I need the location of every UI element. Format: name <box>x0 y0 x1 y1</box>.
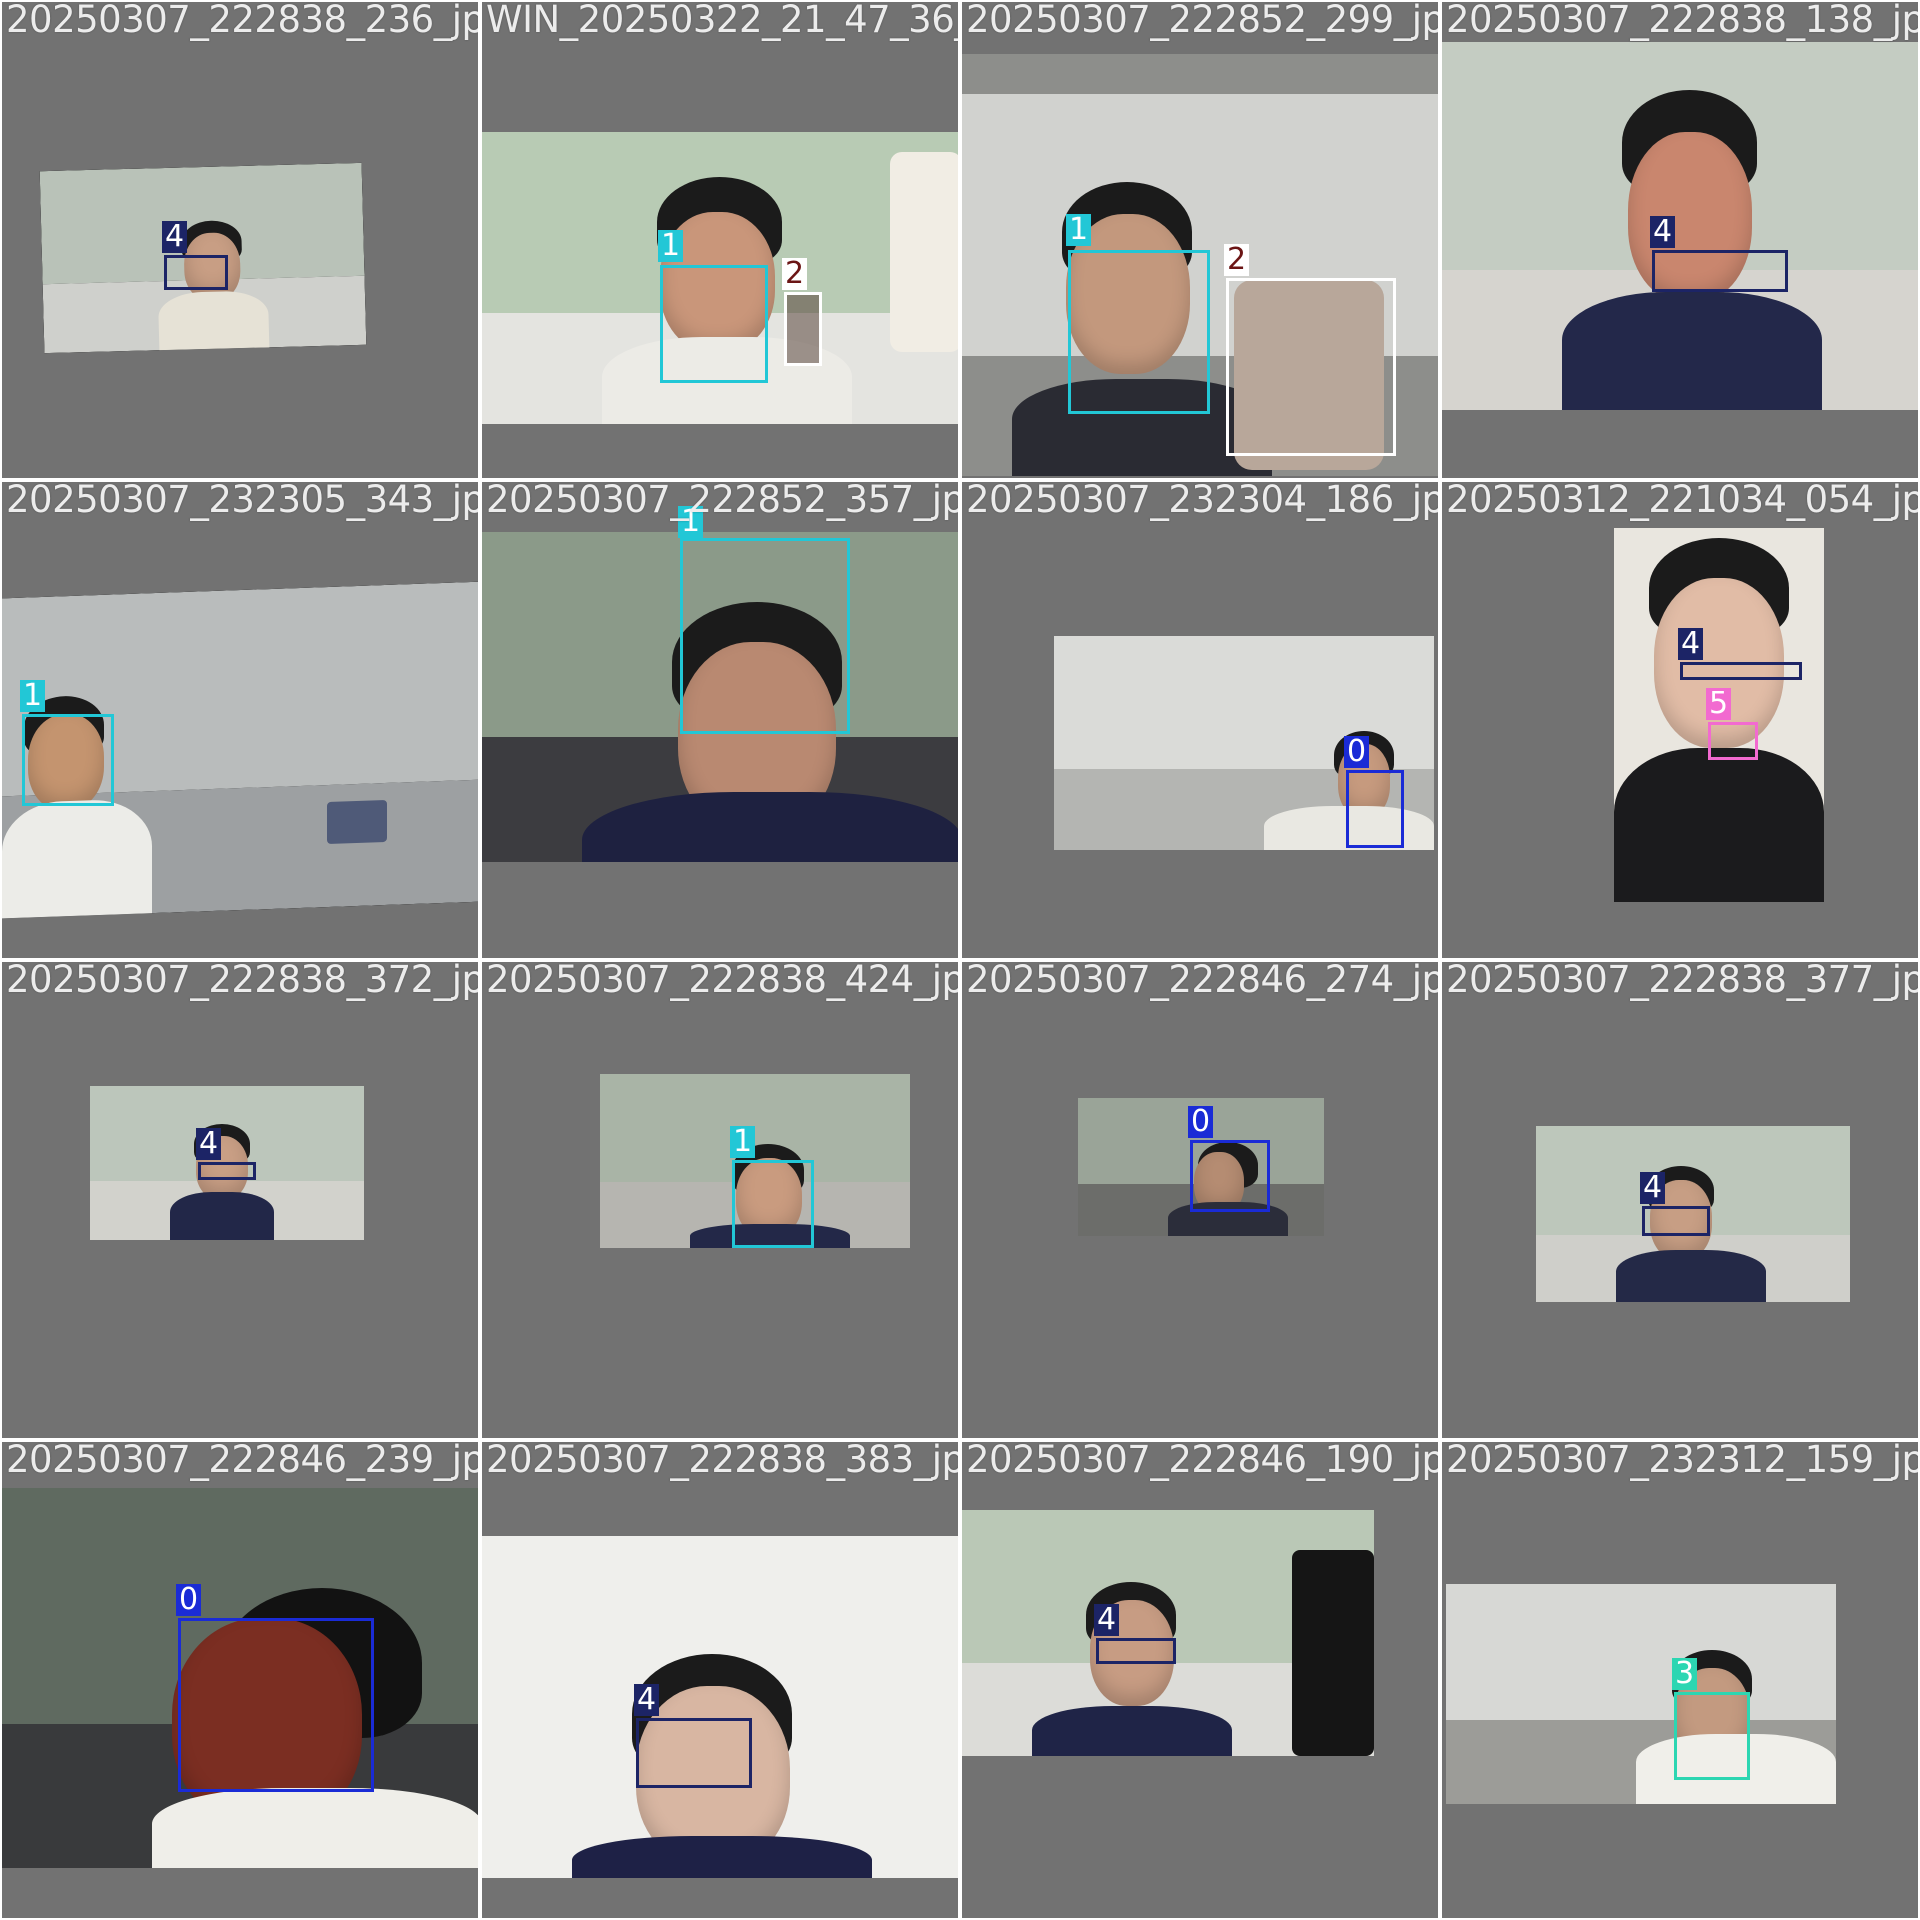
bbox-class-2 <box>784 292 822 366</box>
mosaic-tile: 20250307_222846_190_jpg.rf.3 4 <box>960 1440 1440 1920</box>
bbox-class-4 <box>198 1162 256 1180</box>
bbox-tag-4: 4 <box>1094 1604 1120 1636</box>
bbox-tag-4: 4 <box>162 221 188 253</box>
mosaic-tile: 20250307_232305_343_jpg.rf.1 1 <box>0 480 480 960</box>
bbox-tag-0: 0 <box>1344 736 1370 768</box>
mosaic-tile: 20250307_232312_159_jpg.rf.f 3 <box>1440 1440 1920 1920</box>
mosaic-tile: 20250307_222846_239_jpg.rf.b 0 <box>0 1440 480 1920</box>
bbox-class-1 <box>22 714 114 806</box>
mosaic-tile: 20250307_222838_372_jpg.rf.8 4 <box>0 960 480 1440</box>
bbox-tag-2: 2 <box>782 258 808 290</box>
bbox-tag-4: 4 <box>634 1684 660 1716</box>
bbox-class-0 <box>178 1618 374 1792</box>
bbox-tag-1: 1 <box>730 1126 756 1158</box>
tile-filename: 20250312_221034_054_jpg.rf.e <box>1446 480 1918 521</box>
bbox-class-3 <box>1674 1692 1750 1780</box>
bbox-class-1 <box>680 538 850 734</box>
bbox-tag-4: 4 <box>196 1128 222 1160</box>
bbox-class-0 <box>1190 1140 1270 1212</box>
bbox-class-0 <box>1346 770 1404 848</box>
bbox-class-4 <box>1642 1206 1710 1236</box>
bbox-tag-4: 4 <box>1678 628 1704 660</box>
tile-filename: 20250307_232304_186_jpg.rf.5 <box>966 480 1438 521</box>
bbox-class-4 <box>636 1718 752 1788</box>
tile-filename: 20250307_222852_357_jpg.rf.c <box>486 480 958 521</box>
tile-filename: 20250307_222838_424_jpg.rf.2 <box>486 960 958 1001</box>
photo <box>962 1510 1374 1756</box>
bbox-class-4 <box>164 255 228 290</box>
tile-filename: 20250307_222846_274_jpg.rf.6 <box>966 960 1438 1001</box>
tile-filename: 20250307_222846_190_jpg.rf.3 <box>966 1440 1438 1481</box>
bbox-class-4 <box>1680 662 1802 680</box>
bbox-class-4 <box>1652 250 1788 292</box>
bbox-class-4 <box>1096 1638 1176 1664</box>
bbox-class-1 <box>660 265 768 383</box>
mosaic-tile: 20250307_222838_138_jpg.rf.a 4 <box>1440 0 1920 480</box>
detection-mosaic: 20250307_222838_236_jpg.rf.4 4 WIN_20250… <box>0 0 1920 1920</box>
tile-filename: 20250307_222846_239_jpg.rf.b <box>6 1440 478 1481</box>
bbox-class-2 <box>1226 278 1396 456</box>
tile-filename: 20250307_222838_372_jpg.rf.8 <box>6 960 478 1001</box>
tile-filename: 20250307_222838_377_jpg.rf.d <box>1446 960 1918 1001</box>
bbox-tag-0: 0 <box>1188 1106 1214 1138</box>
photo <box>1442 42 1918 410</box>
tile-filename: WIN_20250322_21_47_36_Pro_jpg.rf.9e4c8 <box>486 0 958 41</box>
mosaic-tile: 20250307_222852_299_jpg.rf.0 1 2 <box>960 0 1440 480</box>
bbox-tag-3: 3 <box>1672 1658 1698 1690</box>
photo <box>1446 1584 1836 1804</box>
bbox-class-1 <box>1068 250 1210 414</box>
tile-filename: 20250307_222852_299_jpg.rf.0 <box>966 0 1438 41</box>
bbox-tag-4: 4 <box>1650 216 1676 248</box>
bbox-tag-2: 2 <box>1224 244 1250 276</box>
mosaic-tile: 20250307_232304_186_jpg.rf.5 0 <box>960 480 1440 960</box>
mosaic-tile: 20250307_222838_236_jpg.rf.4 4 <box>0 0 480 480</box>
bbox-tag-4: 4 <box>1640 1172 1666 1204</box>
mosaic-tile: 20250312_221034_054_jpg.rf.e 4 5 <box>1440 480 1920 960</box>
tile-filename: 20250307_232305_343_jpg.rf.1 <box>6 480 478 521</box>
bbox-tag-0: 0 <box>176 1584 202 1616</box>
mosaic-tile: 20250307_222838_383_jpg.rf.7 4 <box>480 1440 960 1920</box>
mosaic-tile: WIN_20250322_21_47_36_Pro_jpg.rf.9e4c8 1… <box>480 0 960 480</box>
tile-filename: 20250307_222838_383_jpg.rf.7 <box>486 1440 958 1481</box>
bbox-tag-1: 1 <box>20 680 46 712</box>
bbox-tag-1: 1 <box>658 230 684 262</box>
mosaic-tile: 20250307_222852_357_jpg.rf.c 1 <box>480 480 960 960</box>
tile-filename: 20250307_232312_159_jpg.rf.f <box>1446 1440 1918 1481</box>
mosaic-tile: 20250307_222838_377_jpg.rf.d 4 <box>1440 960 1920 1440</box>
bbox-tag-1: 1 <box>1066 214 1092 246</box>
bbox-class-5 <box>1708 722 1758 760</box>
mosaic-tile: 20250307_222846_274_jpg.rf.6 0 <box>960 960 1440 1440</box>
photo <box>482 1536 958 1878</box>
bbox-tag-5: 5 <box>1706 688 1732 720</box>
tile-filename: 20250307_222838_236_jpg.rf.4 <box>6 0 478 41</box>
mosaic-tile: 20250307_222838_424_jpg.rf.2 1 <box>480 960 960 1440</box>
bbox-class-1 <box>732 1160 814 1248</box>
tile-filename: 20250307_222838_138_jpg.rf.a <box>1446 0 1918 41</box>
